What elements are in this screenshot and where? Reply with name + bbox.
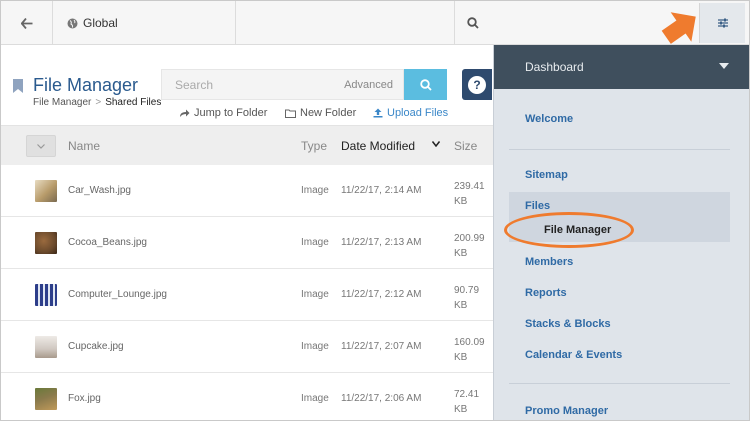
file-date: 11/22/17, 2:12 AM: [341, 289, 422, 300]
share-arrow-icon: [180, 109, 190, 117]
column-header-date-modified[interactable]: Date Modified: [341, 139, 415, 153]
search-placeholder: Search: [175, 78, 214, 92]
caret-down-icon: [719, 63, 729, 69]
file-name: Fox.jpg: [68, 393, 101, 404]
search-icon: [419, 78, 432, 91]
file-size-value: 72.41: [454, 389, 480, 400]
folder-icon: [285, 109, 296, 118]
new-folder-button[interactable]: New Folder: [285, 107, 356, 119]
breadcrumb: File Manager > Shared Files: [33, 97, 161, 108]
file-name: Car_Wash.jpg: [68, 185, 131, 196]
file-table-header: Name Type Date Modified Size: [1, 125, 493, 165]
file-search-input[interactable]: Search Advanced: [161, 69, 404, 100]
globe-icon: [67, 18, 78, 28]
file-size-unit: KB: [454, 248, 468, 259]
toolbar-search-button[interactable]: [455, 1, 651, 45]
dashboard-title: Dashboard: [525, 60, 584, 74]
toolbar-spacer: [236, 1, 455, 45]
sort-desc-icon[interactable]: [432, 141, 440, 147]
upload-files-button[interactable]: Upload Files: [373, 107, 448, 119]
file-thumbnail: [35, 180, 57, 202]
breadcrumb-current: Shared Files: [105, 97, 162, 108]
file-size: 90.79 KB: [454, 283, 490, 313]
dashboard-item-stacks-blocks[interactable]: Stacks & Blocks: [525, 318, 611, 330]
file-search-button[interactable]: [404, 69, 447, 100]
dashboard-header[interactable]: Dashboard: [494, 45, 749, 89]
jump-to-folder-button[interactable]: Jump to Folder: [179, 107, 267, 119]
dashboard-item-promo-manager[interactable]: Promo Manager: [525, 405, 608, 417]
arrow-left-icon: [20, 17, 32, 29]
file-name: Cupcake.jpg: [68, 341, 124, 352]
annotation-highlight-oval: [504, 212, 634, 248]
global-label: Global: [83, 16, 118, 30]
upload-files-label: Upload Files: [387, 107, 449, 119]
chevron-down-icon: [37, 143, 45, 149]
file-type: Image: [301, 393, 329, 404]
file-type: Image: [301, 341, 329, 352]
column-header-name[interactable]: Name: [68, 139, 100, 153]
dashboard-item-sitemap[interactable]: Sitemap: [525, 169, 568, 181]
file-name: Cocoa_Beans.jpg: [68, 237, 147, 248]
file-size-unit: KB: [454, 196, 468, 207]
file-size-unit: KB: [454, 352, 468, 363]
dashboard-item-members[interactable]: Members: [525, 256, 573, 268]
file-size-value: 90.79: [454, 285, 480, 296]
global-scope-selector[interactable]: Global: [53, 1, 236, 45]
table-row[interactable]: Cupcake.jpg Image 11/22/17, 2:07 AM 160.…: [1, 321, 493, 373]
file-size-value: 200.99: [454, 233, 485, 244]
file-size: 200.99 KB: [454, 231, 490, 261]
dashboard-item-welcome[interactable]: Welcome: [525, 113, 573, 125]
back-button[interactable]: [1, 1, 53, 45]
column-header-type[interactable]: Type: [301, 139, 327, 153]
file-size: 239.41 KB: [454, 179, 490, 209]
file-size-value: 160.09: [454, 337, 485, 348]
file-date: 11/22/17, 2:13 AM: [341, 237, 422, 248]
top-toolbar: Global: [1, 1, 749, 45]
jump-to-folder-label: Jump to Folder: [194, 107, 268, 119]
file-size: 160.09 KB: [454, 335, 490, 365]
file-type: Image: [301, 185, 329, 196]
breadcrumb-parent[interactable]: File Manager: [33, 97, 91, 108]
dashboard-item-reports[interactable]: Reports: [525, 287, 567, 299]
file-type: Image: [301, 237, 329, 248]
new-folder-label: New Folder: [300, 107, 357, 119]
file-date: 11/22/17, 2:06 AM: [341, 393, 422, 404]
file-thumbnail: [35, 232, 57, 254]
column-header-size[interactable]: Size: [454, 139, 477, 153]
advanced-search-link[interactable]: Advanced: [344, 79, 393, 91]
app-window: Global File Manager File Manager > Shared …: [0, 0, 750, 421]
sliders-icon: [717, 18, 728, 28]
table-row[interactable]: Fox.jpg Image 11/22/17, 2:06 AM 72.41 KB: [1, 373, 493, 420]
file-date: 11/22/17, 2:07 AM: [341, 341, 422, 352]
select-all-dropdown[interactable]: [26, 135, 56, 157]
panel-divider: [509, 149, 730, 150]
help-button[interactable]: ?: [462, 69, 492, 100]
table-row[interactable]: Car_Wash.jpg Image 11/22/17, 2:14 AM 239…: [1, 165, 493, 217]
file-thumbnail: [35, 388, 57, 410]
page-title: File Manager: [33, 75, 139, 95]
file-thumbnail: [35, 284, 57, 306]
table-row[interactable]: Cocoa_Beans.jpg Image 11/22/17, 2:13 AM …: [1, 217, 493, 269]
panel-divider: [509, 383, 730, 384]
dashboard-item-files[interactable]: Files: [525, 200, 550, 212]
bookmark-icon[interactable]: [13, 79, 23, 93]
file-type: Image: [301, 289, 329, 300]
file-size-unit: KB: [454, 404, 468, 415]
file-size: 72.41 KB: [454, 387, 490, 417]
breadcrumb-separator: >: [95, 97, 102, 108]
file-name: Computer_Lounge.jpg: [68, 289, 167, 300]
table-row[interactable]: Computer_Lounge.jpg Image 11/22/17, 2:12…: [1, 269, 493, 321]
file-size-value: 239.41: [454, 181, 485, 192]
dashboard-settings-button[interactable]: [699, 3, 745, 43]
help-icon: ?: [468, 75, 486, 94]
file-date: 11/22/17, 2:14 AM: [341, 185, 422, 196]
dashboard-item-calendar-events[interactable]: Calendar & Events: [525, 349, 622, 361]
file-thumbnail: [35, 336, 57, 358]
search-icon: [467, 17, 479, 29]
file-size-unit: KB: [454, 300, 468, 311]
upload-icon: [373, 108, 383, 118]
